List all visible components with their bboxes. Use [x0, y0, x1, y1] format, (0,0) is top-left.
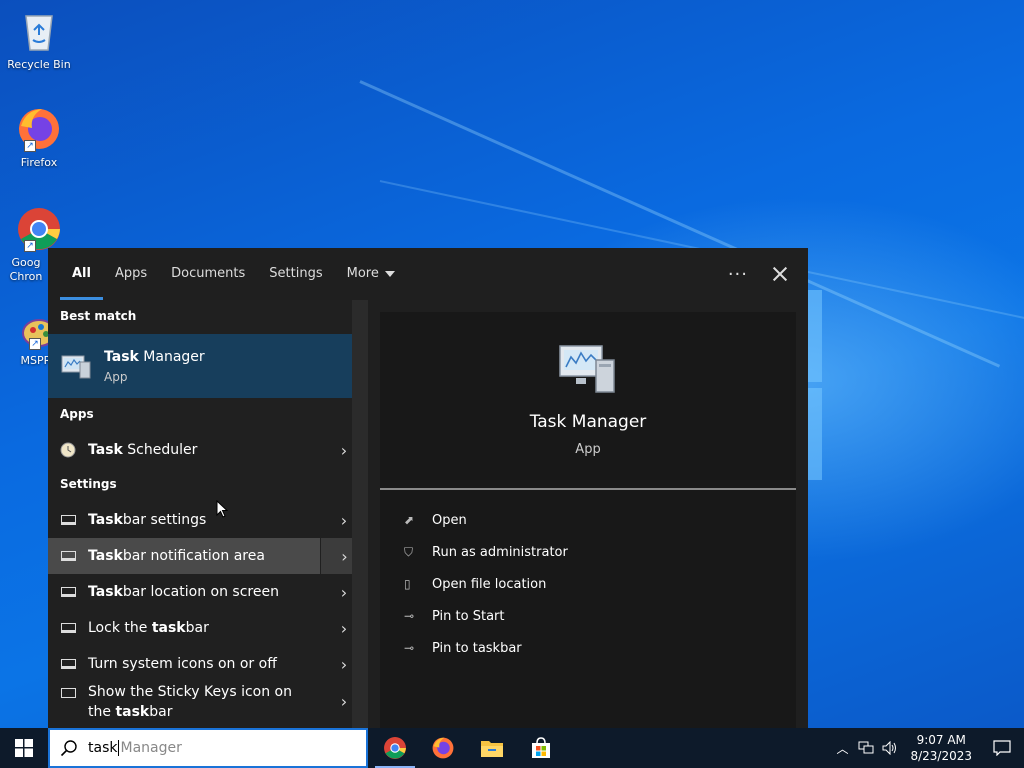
desktop-icon-label: Firefox	[20, 156, 58, 169]
action-label: Run as administrator	[432, 544, 568, 560]
system-tray: ︿ 9:07 AM 8/23/2023	[830, 728, 1024, 768]
detail-app-name: Task Manager	[529, 412, 647, 432]
action-open-file-location[interactable]: ▯ Open file location	[380, 568, 796, 600]
notification-icon	[993, 740, 1011, 756]
search-icon	[60, 740, 77, 757]
result-label: Show the Sticky Keys icon on the taskbar	[88, 684, 292, 720]
result-label: Taskbar settings	[88, 512, 207, 528]
detail-app-type: App	[575, 442, 601, 457]
volume-icon[interactable]	[878, 728, 902, 768]
taskbar-app-chrome[interactable]	[371, 728, 419, 768]
action-pin-to-start[interactable]: ⊸ Pin to Start	[380, 600, 796, 632]
desktop-icon-firefox[interactable]: ↗ Firefox	[4, 106, 74, 169]
ellipsis-icon[interactable]: ···	[728, 264, 748, 285]
windows-logo-icon	[15, 739, 33, 757]
chevron-up-icon[interactable]: ︿	[830, 728, 854, 768]
open-icon: ⬈	[404, 513, 415, 527]
best-match-item[interactable]: Task Manager App	[48, 334, 368, 398]
clock-date: 8/23/2023	[910, 749, 972, 763]
chevron-down-icon	[384, 270, 395, 277]
shortcut-arrow-icon: ↗	[24, 140, 36, 152]
search-suggestion-text: Manager	[120, 740, 182, 756]
taskbar-icon	[60, 587, 76, 597]
tab-more[interactable]: More	[335, 248, 407, 300]
shortcut-arrow-icon: ↗	[29, 338, 41, 350]
taskbar-app-store[interactable]	[517, 728, 565, 768]
pin-icon: ⊸	[404, 609, 415, 623]
tab-apps[interactable]: Apps	[103, 248, 159, 300]
taskbar-search-input[interactable]: task Manager	[48, 728, 368, 768]
wallpaper-logo-pane	[808, 290, 822, 382]
result-taskbar-settings[interactable]: Taskbar settings ›	[48, 502, 368, 538]
notification-center-button[interactable]	[980, 728, 1024, 768]
result-detail-pane: Task Manager App ⬈ Open ⛉ Run as administr…	[380, 312, 796, 728]
folder-icon: ▯	[404, 577, 411, 591]
search-tabs: All Apps Documents Settings More ···	[48, 248, 808, 300]
pin-icon: ⊸	[404, 641, 415, 655]
task-manager-icon	[558, 342, 618, 394]
result-sticky-keys-icon[interactable]: Show the Sticky Keys icon on the taskbar…	[48, 682, 368, 722]
search-typed-text: task	[88, 740, 118, 756]
taskbar-icon	[60, 659, 76, 669]
result-task-scheduler[interactable]: Task Scheduler ›	[48, 432, 368, 468]
keyboard-icon	[60, 688, 76, 698]
tab-all[interactable]: All	[60, 248, 103, 300]
taskbar-icon	[60, 623, 76, 633]
action-label: Open file location	[432, 576, 547, 592]
action-label: Open	[432, 512, 467, 528]
tab-settings[interactable]: Settings	[257, 248, 334, 300]
tab-documents[interactable]: Documents	[159, 248, 257, 300]
firefox-icon: ↗	[16, 106, 62, 152]
task-manager-icon	[60, 352, 92, 380]
mouse-cursor-icon	[216, 500, 228, 518]
section-heading-settings: Settings	[60, 477, 117, 491]
firefox-icon	[432, 737, 454, 759]
desktop-icon-label: Recycle Bin	[7, 58, 71, 71]
clock-time: 9:07 AM	[916, 733, 966, 747]
chrome-icon	[384, 737, 406, 759]
network-icon[interactable]	[854, 728, 878, 768]
result-label: Turn system icons on or off	[88, 656, 277, 672]
clock[interactable]: 9:07 AM 8/23/2023	[902, 732, 980, 764]
result-taskbar-location[interactable]: Taskbar location on screen ›	[48, 574, 368, 610]
action-open[interactable]: ⬈ Open	[380, 504, 796, 536]
taskbar-app-file-explorer[interactable]	[468, 728, 516, 768]
search-panel: All Apps Documents Settings More ··· Bes…	[48, 248, 808, 728]
result-label: Task Scheduler	[88, 442, 198, 458]
store-icon	[532, 737, 550, 758]
result-label: Taskbar notification area	[88, 548, 265, 564]
section-heading-best-match: Best match	[60, 309, 137, 323]
shortcut-arrow-icon: ↗	[24, 240, 36, 252]
taskbar-app-firefox[interactable]	[419, 728, 467, 768]
results-scrollbar[interactable]	[352, 300, 368, 728]
action-pin-to-taskbar[interactable]: ⊸ Pin to taskbar	[380, 632, 796, 664]
taskbar-icon	[60, 551, 76, 561]
task-scheduler-icon	[60, 442, 76, 458]
result-label: Lock the taskbar	[88, 620, 209, 636]
recycle-bin-icon	[16, 8, 62, 54]
chrome-icon: ↗	[16, 206, 62, 252]
start-button[interactable]	[0, 728, 48, 768]
taskbar: task Manager ︿ 9:07 AM 8/23/2023	[0, 728, 1024, 768]
best-match-subtitle: App	[104, 369, 128, 384]
desktop-icon-label: Goog Chron	[9, 256, 43, 283]
action-run-as-admin[interactable]: ⛉ Run as administrator	[380, 536, 796, 568]
desktop-icon-recycle-bin[interactable]: Recycle Bin	[4, 8, 74, 71]
shield-icon: ⛉	[404, 545, 414, 559]
section-heading-apps: Apps	[60, 407, 94, 421]
search-results-list: Best match Task Manager App Apps Task Sc…	[48, 300, 368, 728]
wallpaper-logo-pane	[808, 388, 822, 480]
folder-icon	[481, 741, 503, 757]
action-label: Pin to Start	[432, 608, 505, 624]
text-cursor	[118, 740, 120, 756]
close-icon[interactable]	[770, 264, 790, 284]
result-label: Taskbar location on screen	[88, 584, 279, 600]
tab-more-label: More	[346, 266, 379, 281]
best-match-title: Task Manager	[104, 348, 205, 365]
result-system-icons[interactable]: Turn system icons on or off ›	[48, 646, 368, 682]
result-taskbar-notification-area[interactable]: Taskbar notification area ›	[48, 538, 368, 574]
result-lock-the-taskbar[interactable]: Lock the taskbar ›	[48, 610, 368, 646]
action-label: Pin to taskbar	[432, 640, 522, 656]
taskbar-icon	[60, 515, 76, 525]
